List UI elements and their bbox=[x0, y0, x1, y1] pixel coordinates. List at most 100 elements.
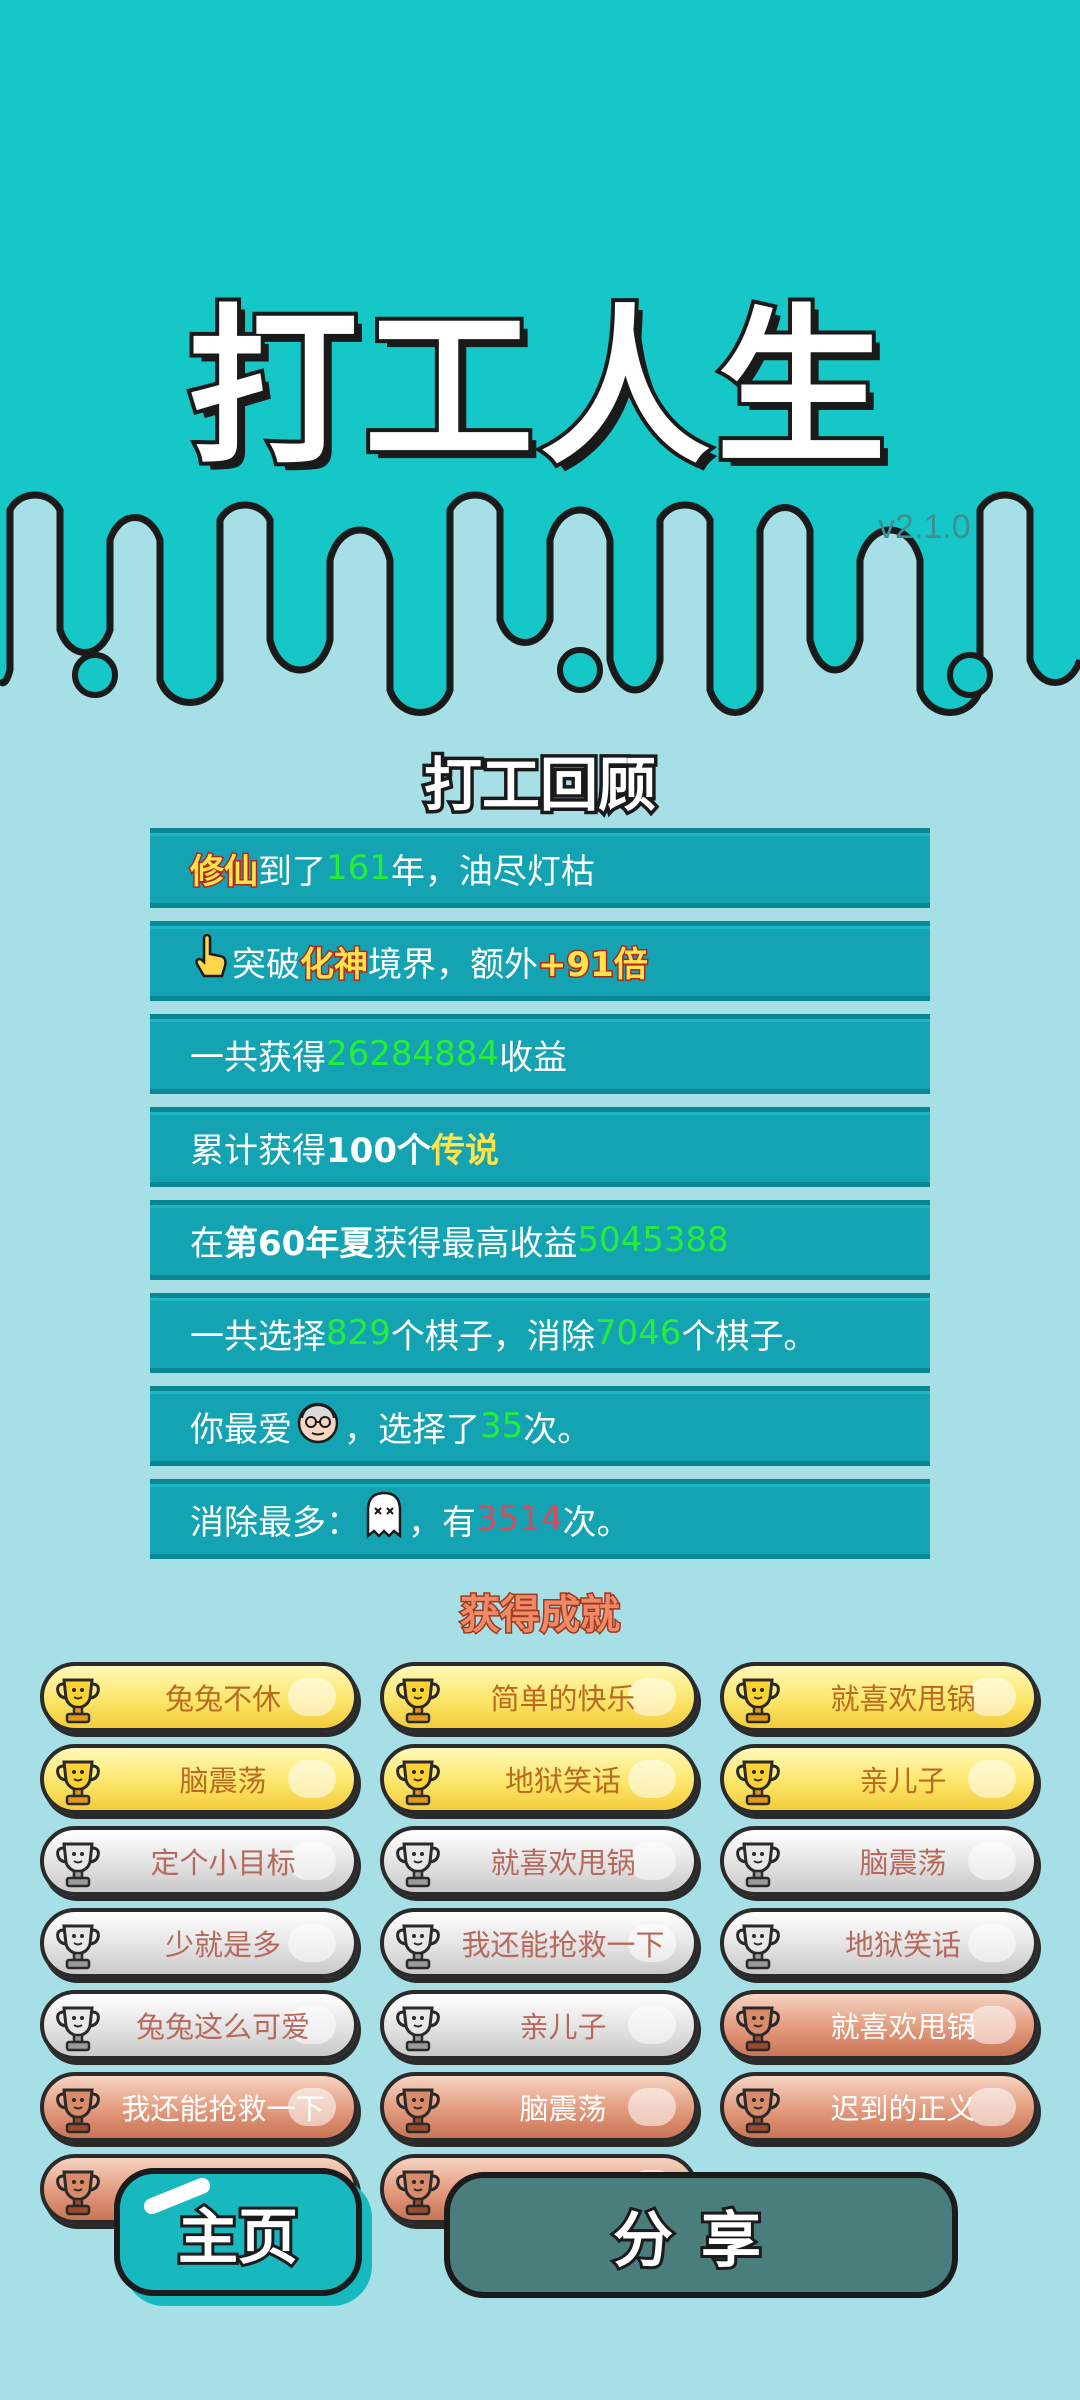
review-row: 一共选择 829 个棋子，消除 7046 个棋子。 bbox=[150, 1293, 930, 1373]
review-text: ，有 bbox=[408, 1502, 476, 1543]
trophy-icon bbox=[394, 1754, 442, 1812]
review-text: +91倍 bbox=[537, 943, 650, 986]
achievement-badge[interactable]: 兔兔不休 bbox=[40, 1662, 358, 1732]
review-text: 161 bbox=[326, 848, 391, 888]
home-button[interactable]: 主页 bbox=[114, 2168, 362, 2296]
achievement-label: 就喜欢甩锅 bbox=[490, 1846, 636, 1880]
achievement-label: 地狱笑话 bbox=[504, 1764, 621, 1798]
review-text: 化神 bbox=[299, 943, 370, 986]
review-text: 26284884 bbox=[326, 1034, 500, 1074]
review-row: 修仙 到了 161 年，油尽灯枯 bbox=[150, 828, 930, 908]
review-text: 一共获得 bbox=[190, 1037, 326, 1078]
share-button[interactable]: 分享 bbox=[444, 2172, 958, 2298]
achievement-label: 亲儿子 bbox=[859, 1764, 947, 1798]
trophy-icon bbox=[734, 1672, 782, 1730]
review-row: 累计获得 100个 传说 bbox=[150, 1107, 930, 1187]
trophy-icon bbox=[54, 2000, 102, 2058]
trophy-icon bbox=[54, 2082, 102, 2140]
achievements-title: 获得成就 bbox=[459, 1591, 622, 1640]
review-title: 打工回顾 bbox=[420, 748, 659, 823]
game-title: 打工人生 bbox=[184, 286, 892, 492]
header: 打工人生 v2.1.0 bbox=[0, 0, 1080, 720]
trophy-icon bbox=[734, 2082, 782, 2140]
achievement-label: 兔兔不休 bbox=[164, 1682, 281, 1716]
review-row: 消除最多： ，有 3514 次。 bbox=[150, 1479, 930, 1559]
trophy-icon bbox=[54, 1918, 102, 1976]
achievement-label: 迟到的正义 bbox=[830, 2092, 976, 2126]
achievement-label: 就喜欢甩锅 bbox=[830, 2010, 976, 2044]
old-man-face-icon bbox=[296, 1400, 340, 1453]
achievement-badge[interactable]: 脑震荡 bbox=[380, 2072, 698, 2142]
achievement-badge[interactable]: 脑震荡 bbox=[40, 1744, 358, 1814]
review-text: 收益 bbox=[499, 1037, 568, 1078]
achievement-label: 定个小目标 bbox=[150, 1846, 296, 1880]
achievement-label: 亲儿子 bbox=[519, 2010, 607, 2044]
trophy-icon bbox=[54, 1836, 102, 1894]
review-row: 你最爱 ，选择了 35 次。 bbox=[150, 1386, 930, 1466]
review-text: 35 bbox=[480, 1406, 524, 1446]
review-text: 你最爱 bbox=[190, 1409, 292, 1450]
achievement-label: 简单的快乐 bbox=[490, 1682, 636, 1716]
achievement-badge[interactable]: 少就是多 bbox=[40, 1908, 358, 1978]
achievement-badge[interactable]: 兔兔这么可爱 bbox=[40, 1990, 358, 2060]
review-text: 100个 bbox=[326, 1130, 431, 1171]
review-list: 修仙 到了 161 年，油尽灯枯 突破 化神 境界，额外 +91倍 一共获得 26284884 收益… bbox=[150, 828, 930, 1572]
achievement-label: 我还能抢救一下 bbox=[461, 1928, 665, 1962]
review-text: 传说 bbox=[430, 1130, 499, 1171]
review-text: 次。 bbox=[523, 1409, 592, 1450]
trophy-icon bbox=[394, 2164, 442, 2222]
review-text: 累计获得 bbox=[190, 1130, 326, 1171]
achievement-label: 就喜欢甩锅 bbox=[830, 1682, 976, 1716]
review-text: 次。 bbox=[562, 1502, 631, 1543]
achievement-label: 脑震荡 bbox=[859, 1846, 947, 1880]
review-text: 829 bbox=[326, 1313, 391, 1353]
trophy-icon bbox=[734, 1918, 782, 1976]
review-row: 一共获得 26284884 收益 bbox=[150, 1014, 930, 1094]
achievement-badge[interactable]: 地狱笑话 bbox=[380, 1744, 698, 1814]
review-text: 消除最多： bbox=[190, 1502, 360, 1543]
review-text: 突破 bbox=[232, 944, 300, 985]
achievement-badge[interactable]: 迟到的正义 bbox=[720, 2072, 1038, 2142]
review-row: 突破 化神 境界，额外 +91倍 bbox=[150, 921, 930, 1001]
trophy-icon bbox=[394, 1672, 442, 1730]
review-text: 境界，额外 bbox=[368, 944, 538, 985]
achievement-badge[interactable]: 就喜欢甩锅 bbox=[380, 1826, 698, 1896]
achievement-label: 脑震荡 bbox=[179, 1764, 267, 1798]
review-row: 在 第60年夏 获得最高收益 5045388 bbox=[150, 1200, 930, 1280]
achievement-badge[interactable]: 就喜欢甩锅 bbox=[720, 1990, 1038, 2060]
achievement-badge[interactable]: 我还能抢救一下 bbox=[40, 2072, 358, 2142]
review-text: 获得最高收益 bbox=[373, 1223, 578, 1264]
review-text: 3514 bbox=[476, 1499, 563, 1539]
achievement-badge[interactable]: 简单的快乐 bbox=[380, 1662, 698, 1732]
achievement-badge[interactable]: 就喜欢甩锅 bbox=[720, 1662, 1038, 1732]
achievement-label: 脑震荡 bbox=[519, 2092, 607, 2126]
achievement-badge[interactable]: 定个小目标 bbox=[40, 1826, 358, 1896]
version-label: v2.1.0 bbox=[878, 508, 971, 546]
review-text: 7046 bbox=[594, 1313, 682, 1353]
achievement-badge[interactable]: 地狱笑话 bbox=[720, 1908, 1038, 1978]
review-text: 年，油尽灯枯 bbox=[390, 851, 595, 892]
trophy-icon bbox=[734, 1754, 782, 1812]
trophy-icon bbox=[734, 2000, 782, 2058]
achievement-label: 地狱笑话 bbox=[844, 1928, 961, 1962]
review-text: 一共选择 bbox=[190, 1316, 326, 1357]
trophy-icon bbox=[734, 1836, 782, 1894]
achievement-label: 我还能抢救一下 bbox=[121, 2092, 325, 2126]
home-button-label: 主页 bbox=[175, 2200, 301, 2276]
review-text: 修仙 bbox=[189, 850, 260, 893]
trophy-icon bbox=[394, 1918, 442, 1976]
achievement-label: 少就是多 bbox=[164, 1928, 281, 1962]
achievement-badge[interactable]: 脑震荡 bbox=[720, 1826, 1038, 1896]
hand-pointer-icon bbox=[194, 933, 228, 989]
review-text: 个棋子。 bbox=[681, 1316, 818, 1357]
trophy-icon bbox=[394, 2082, 442, 2140]
achievement-badge[interactable]: 亲儿子 bbox=[380, 1990, 698, 2060]
achievement-label: 兔兔这么可爱 bbox=[135, 2010, 310, 2044]
achievement-badge[interactable]: 亲儿子 bbox=[720, 1744, 1038, 1814]
review-text: 到了 bbox=[258, 851, 326, 892]
trophy-icon bbox=[54, 2164, 102, 2222]
trophy-icon bbox=[54, 1754, 102, 1812]
review-text: 个棋子，消除 bbox=[390, 1316, 595, 1357]
achievement-badge[interactable]: 我还能抢救一下 bbox=[380, 1908, 698, 1978]
review-text: ，选择了 bbox=[344, 1409, 480, 1450]
